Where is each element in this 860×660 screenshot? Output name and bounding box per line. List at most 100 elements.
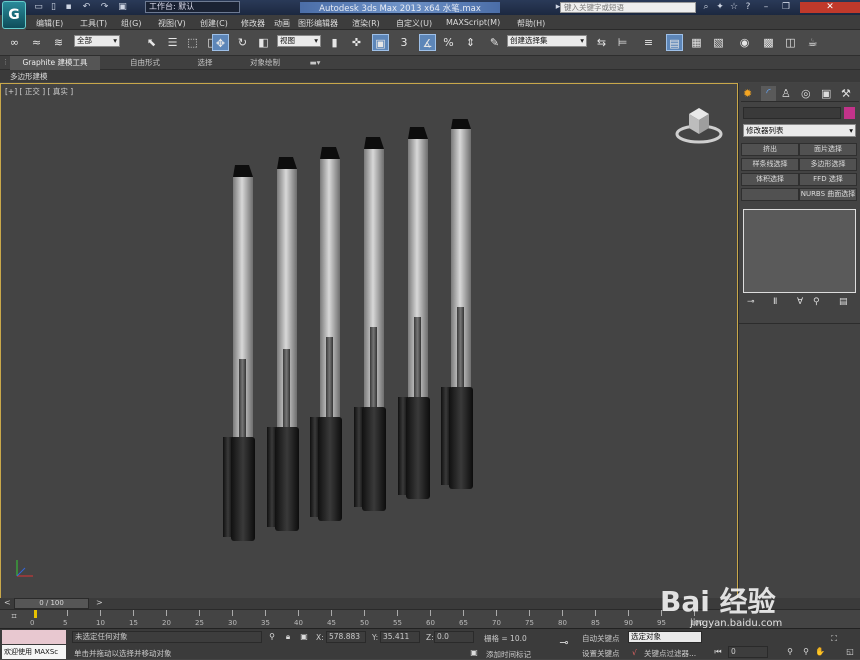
prev-frame-icon[interactable]: < xyxy=(4,598,11,607)
zoom-icon[interactable]: ⚲ xyxy=(784,646,796,657)
pen-models-scene[interactable] xyxy=(211,119,491,559)
render-setup-icon[interactable]: ▩ xyxy=(760,34,777,51)
selection-lock-icon[interactable]: 🔒︎ xyxy=(282,631,294,642)
menu-edit[interactable]: 编辑(E) xyxy=(36,18,63,29)
y-coordinate-field[interactable]: 35.411 xyxy=(380,631,420,643)
minimize-icon[interactable]: – xyxy=(760,2,772,13)
next-frame-icon[interactable]: > xyxy=(96,598,103,607)
material-editor-icon[interactable]: ◉ xyxy=(736,34,753,51)
pin-stack-icon[interactable]: ⊸ xyxy=(747,297,755,307)
display-tab-icon[interactable]: ▣ xyxy=(821,87,831,100)
show-end-result-icon[interactable]: Ⅱ xyxy=(773,297,777,307)
selection-filter-dropdown[interactable]: 全部 xyxy=(74,35,120,47)
z-coordinate-field[interactable]: 0.0 xyxy=(434,631,474,643)
perspective-viewport[interactable]: [+] [ 正交 ] [ 真实 ] xyxy=(0,83,738,599)
menu-animation[interactable]: 动画 xyxy=(274,18,290,29)
auto-key-button[interactable]: 自动关键点 xyxy=(582,633,620,644)
spinner-snap-icon[interactable]: ⇕ xyxy=(462,34,479,51)
menu-view[interactable]: 视图(V) xyxy=(158,18,186,29)
utilities-tab-icon[interactable]: ⚒ xyxy=(841,87,851,100)
menu-maxscript[interactable]: MAXScript(M) xyxy=(446,18,500,27)
restore-icon[interactable]: ❐ xyxy=(780,2,792,13)
nurbs-select-button[interactable]: NURBS 曲面选择 xyxy=(799,188,857,201)
patch-select-button[interactable]: 面片选择 xyxy=(799,143,857,156)
new-file-icon[interactable]: ▭ xyxy=(33,2,44,12)
menu-create[interactable]: 创建(C) xyxy=(200,18,228,29)
menu-tools[interactable]: 工具(T) xyxy=(80,18,107,29)
unlink-icon[interactable]: ≈ xyxy=(28,34,45,51)
welcome-field[interactable]: 欢迎使用 MAXSc xyxy=(2,645,66,659)
mini-curve-editor-icon[interactable]: ⌗ xyxy=(2,612,26,626)
modifier-stack-list[interactable] xyxy=(743,209,856,293)
link-icon[interactable]: ∞ xyxy=(6,34,23,51)
select-and-scale-icon[interactable]: ◧ xyxy=(255,34,272,51)
current-frame-field[interactable]: 0 xyxy=(728,646,768,658)
schematic-view-icon[interactable]: ▧ xyxy=(710,34,727,51)
pan-view-icon[interactable]: ✋ xyxy=(814,646,826,657)
search-input[interactable]: 键入关键字或短语 xyxy=(560,2,696,13)
menu-rendering[interactable]: 渲染(R) xyxy=(352,18,380,29)
modifier-list-dropdown[interactable]: 修改器列表 ▾ xyxy=(743,124,856,137)
tab-object-paint[interactable]: 对象绘制 xyxy=(235,56,295,70)
create-tab-icon[interactable]: ✹ xyxy=(743,87,752,100)
select-by-name-icon[interactable]: ☰ xyxy=(164,34,181,51)
menu-help[interactable]: 帮助(H) xyxy=(517,18,545,29)
snap-toggle-icon[interactable]: 3 xyxy=(398,34,410,51)
configure-modifier-sets-icon[interactable]: ▤ xyxy=(839,297,848,307)
select-and-rotate-icon[interactable]: ↻ xyxy=(234,34,251,51)
workspace-dropdown[interactable]: 工作台: 默认 xyxy=(145,1,240,13)
modify-tab-icon[interactable]: ◜ xyxy=(761,86,776,101)
spline-select-button[interactable]: 样条线选择 xyxy=(741,158,799,171)
edit-named-selection-icon[interactable]: ✎ xyxy=(486,34,503,51)
hierarchy-tab-icon[interactable]: ♙ xyxy=(781,87,791,100)
mirror-icon[interactable]: ⇆ xyxy=(593,34,610,51)
named-selection-dropdown[interactable]: 创建选择集 xyxy=(507,35,587,47)
menu-graph-editors[interactable]: 图形编辑器 xyxy=(298,18,338,29)
key-filters-button[interactable]: 关键点过滤器... xyxy=(644,648,696,659)
absolute-mode-icon[interactable]: ▣ xyxy=(298,631,310,642)
motion-tab-icon[interactable]: ◎ xyxy=(801,87,811,100)
object-name-field[interactable] xyxy=(743,107,841,119)
remove-modifier-icon[interactable]: ⚲ xyxy=(813,297,820,307)
ffd-select-button[interactable]: FFD 选择 xyxy=(799,173,857,186)
viewport-label[interactable]: [+] [ 正交 ] [ 真实 ] xyxy=(5,86,73,97)
curve-editor-icon[interactable]: ▦ xyxy=(688,34,705,51)
tab-graphite-modeling[interactable]: Graphite 建模工具 xyxy=(10,56,100,70)
viewcube-icon[interactable] xyxy=(675,104,723,144)
percent-snap-icon[interactable]: % xyxy=(440,34,457,51)
object-color-swatch[interactable] xyxy=(844,107,855,119)
rectangular-selection-icon[interactable]: ⬚ xyxy=(184,34,201,51)
help-icon[interactable]: ? xyxy=(742,2,754,13)
menu-modifiers[interactable]: 修改器 xyxy=(241,18,265,29)
tab-selection[interactable]: 选择 xyxy=(180,56,230,70)
add-time-tag[interactable]: 添加时间标记 xyxy=(486,649,531,660)
extrude-button[interactable]: 挤出 xyxy=(741,143,799,156)
zoom-all-icon[interactable]: ⚲ xyxy=(800,646,812,657)
poly-select-button[interactable]: 多边形选择 xyxy=(799,158,857,171)
select-manipulate-icon[interactable]: ✜ xyxy=(348,34,365,51)
time-slider-thumb[interactable]: 0 / 100 xyxy=(14,598,89,609)
align-icon[interactable]: ⊨ xyxy=(614,34,631,51)
rendered-frame-icon[interactable]: ◫ xyxy=(782,34,799,51)
open-file-icon[interactable]: ▯ xyxy=(48,2,59,12)
maxscript-listener[interactable] xyxy=(2,630,66,644)
isolate-selection-icon[interactable]: ⚲ xyxy=(266,631,278,642)
menu-customize[interactable]: 自定义(U) xyxy=(396,18,432,29)
polygon-modeling-label[interactable]: 多边形建模 xyxy=(10,71,48,82)
app-logo[interactable]: G xyxy=(2,1,26,29)
angle-snap-icon[interactable]: ∡ xyxy=(419,34,436,51)
key-icon[interactable]: ⊸ xyxy=(558,637,570,648)
layer-manager-icon[interactable]: ≡ xyxy=(640,34,657,51)
time-tag-icon[interactable]: ▣ xyxy=(468,647,480,658)
graphite-toggle-icon[interactable]: ▤ xyxy=(666,34,683,51)
tab-freeform[interactable]: 自由形式 xyxy=(110,56,180,70)
project-folder-icon[interactable]: ▣ xyxy=(117,2,128,12)
redo-icon[interactable]: ↷ xyxy=(99,2,110,12)
star-icon[interactable]: ☆ xyxy=(728,2,740,13)
render-teapot-icon[interactable]: ☕ xyxy=(804,34,821,51)
close-icon[interactable]: ✕ xyxy=(800,2,860,13)
select-and-move-icon[interactable]: ✥ xyxy=(212,34,229,51)
select-object-icon[interactable]: ⬉ xyxy=(143,34,160,51)
keyboard-shortcut-override-icon[interactable]: ▣ xyxy=(372,34,389,51)
save-icon[interactable]: ▪ xyxy=(63,2,74,12)
